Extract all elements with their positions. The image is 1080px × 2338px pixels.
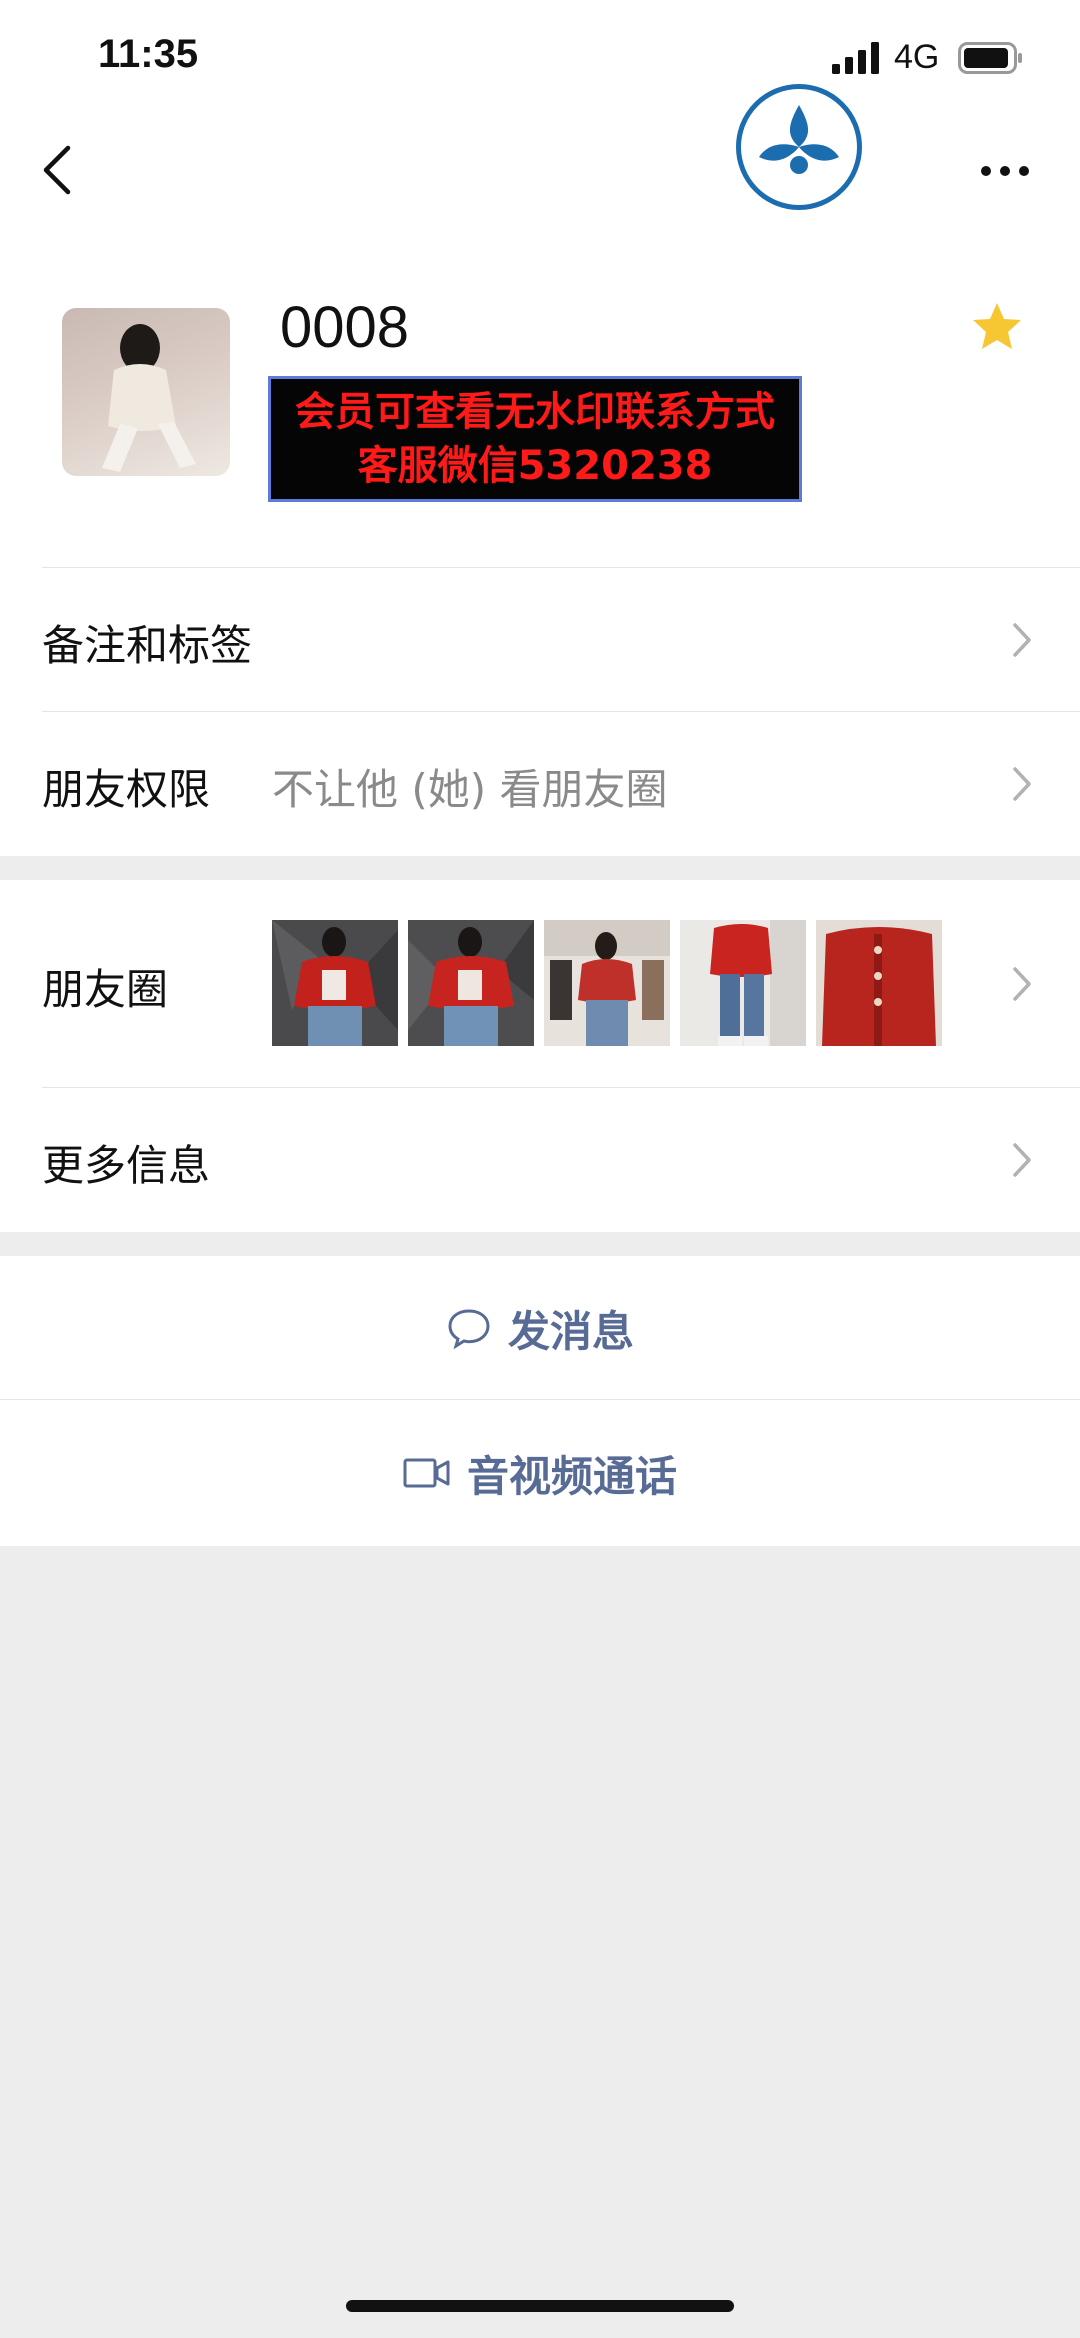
- send-message-label: 发消息: [507, 1306, 634, 1356]
- signal-icon: [832, 42, 879, 74]
- logo-badge: [736, 84, 862, 210]
- more-info-label: 更多信息: [42, 1141, 211, 1190]
- avatar[interactable]: [62, 308, 230, 476]
- network-type: 4G: [894, 38, 940, 76]
- more-icon[interactable]: [980, 164, 1030, 178]
- watermark-line-1: 会员可查看无水印联系方式: [295, 389, 775, 435]
- friend-permissions-value: 不让他 (她) 看朋友圈: [272, 765, 668, 814]
- status-time: 11:35: [98, 32, 199, 76]
- moment-thumbnail: [544, 920, 670, 1046]
- chat-bubble-icon: [448, 1309, 490, 1349]
- more-info-row[interactable]: 更多信息: [0, 1088, 1080, 1232]
- moment-thumbnail: [680, 920, 806, 1046]
- remark-tags-row[interactable]: 备注和标签: [0, 568, 1080, 712]
- profile-card: 0008 会员可查看无水印联系方式 客服微信5320238: [0, 240, 1080, 568]
- video-camera-icon: [403, 1458, 450, 1488]
- navigation-bar: [0, 80, 1080, 240]
- chevron-right-icon: [1013, 623, 1031, 657]
- watermark-line-2: 客服微信5320238: [357, 443, 713, 489]
- moments-label: 朋友圈: [42, 965, 169, 1014]
- moments-row[interactable]: 朋友圈: [0, 880, 1080, 1088]
- star-icon[interactable]: [970, 300, 1024, 354]
- chevron-right-icon: [1013, 767, 1031, 801]
- chevron-right-icon: [1013, 1143, 1031, 1177]
- chevron-right-icon: [1013, 967, 1031, 1001]
- remark-tags-label: 备注和标签: [42, 621, 253, 670]
- droplet-logo-icon: [759, 105, 839, 174]
- watermark-banner: 会员可查看无水印联系方式 客服微信5320238: [268, 376, 802, 502]
- video-call-button[interactable]: 音视频通话: [0, 1400, 1080, 1546]
- moment-thumbnail: [816, 920, 942, 1046]
- battery-icon: [958, 42, 1022, 74]
- friend-permissions-label: 朋友权限: [42, 765, 211, 814]
- moment-thumbnail: [408, 920, 534, 1046]
- home-indicator[interactable]: [346, 2300, 734, 2312]
- send-message-button[interactable]: 发消息: [0, 1256, 1080, 1400]
- moment-thumbnail: [272, 920, 398, 1046]
- friend-permissions-row[interactable]: 朋友权限 不让他 (她) 看朋友圈: [0, 712, 1080, 856]
- contact-name: 0008: [280, 295, 410, 360]
- back-icon[interactable]: [38, 140, 78, 200]
- video-call-label: 音视频通话: [466, 1451, 677, 1501]
